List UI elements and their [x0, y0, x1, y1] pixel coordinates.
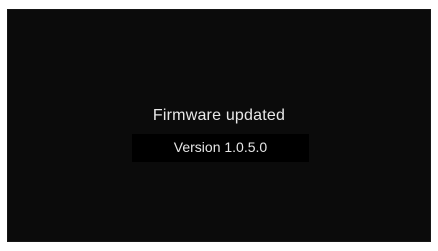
- device-bezel: Firmware updated Version 1.0.5.0: [0, 0, 438, 251]
- device-screen: Firmware updated Version 1.0.5.0: [7, 9, 431, 242]
- version-panel: Version 1.0.5.0: [132, 134, 309, 162]
- firmware-status-title: Firmware updated: [152, 107, 286, 124]
- version-label: Version 1.0.5.0: [173, 139, 268, 155]
